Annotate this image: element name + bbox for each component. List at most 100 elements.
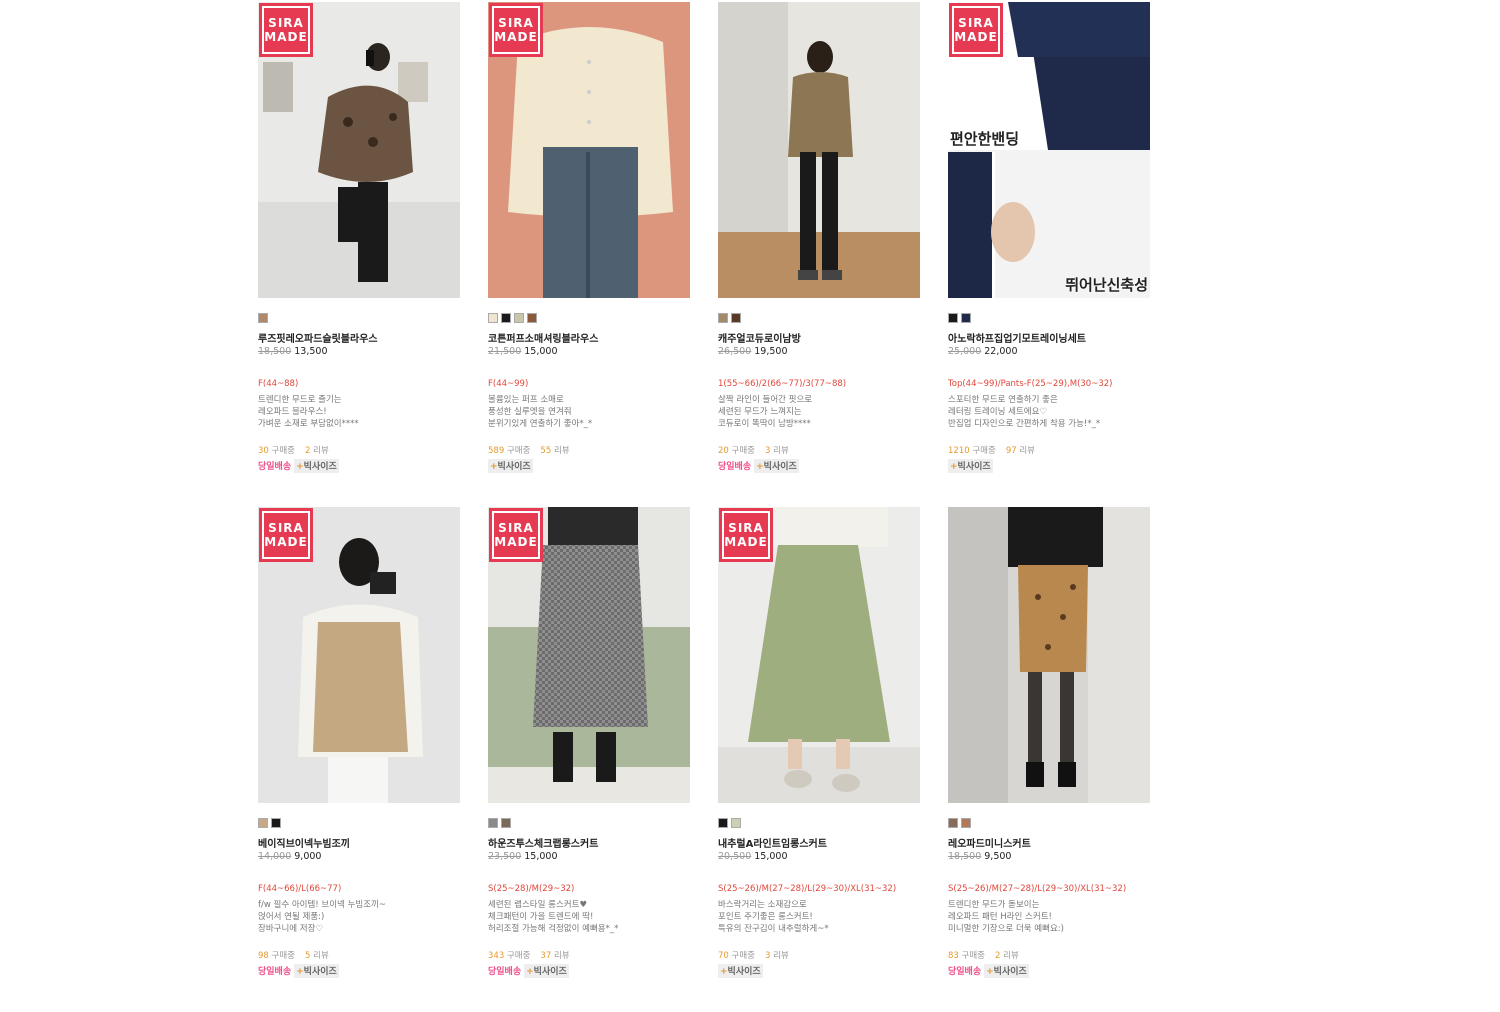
color-swatch[interactable]: [501, 313, 511, 323]
purchase-count: 30: [258, 446, 269, 456]
color-swatch[interactable]: [488, 818, 498, 828]
plus-icon: +: [490, 462, 498, 472]
color-swatch[interactable]: [731, 818, 741, 828]
color-swatch[interactable]: [271, 818, 281, 828]
color-swatch[interactable]: [948, 313, 958, 323]
product-image[interactable]: [718, 2, 920, 298]
same-day-delivery-tag: 당일배송: [258, 967, 292, 977]
description-line: 볼륨있는 퍼프 소매로: [488, 395, 564, 405]
big-size-tag: +빅사이즈: [294, 459, 339, 473]
plus-icon: +: [296, 967, 304, 977]
color-swatch[interactable]: [488, 313, 498, 323]
product-image[interactable]: SIRA MADE: [258, 507, 460, 803]
photo-caption: 편안한밴딩: [950, 130, 1020, 148]
product-card[interactable]: SIRA MADE 편안한밴딩 뛰어난신축성 아노락하프집업기모트레이닝세트 25,0…: [948, 2, 1150, 507]
product-card[interactable]: SIRA MADE 내추럴A라인트임롱스커트 20,500 15,000 S(25~…: [718, 507, 920, 1012]
description-line: 스포티한 무드로 연출하기 좋은: [948, 395, 1058, 405]
color-swatch[interactable]: [718, 313, 728, 323]
purchase-count: 343: [488, 951, 505, 961]
product-tags: 당일배송 +빅사이즈: [488, 964, 690, 978]
color-swatch[interactable]: [731, 313, 741, 323]
product-card[interactable]: SIRA MADE 코튼퍼프소매셔링블라우스 21,500 15,000 F(44~…: [488, 2, 690, 507]
product-card[interactable]: 캐주얼코듀로이남방 26,500 19,500 1(55~66)/2(66~77)…: [718, 2, 920, 507]
product-image[interactable]: SIRA MADE 편안한밴딩 뛰어난신축성: [948, 2, 1150, 298]
product-card[interactable]: 레오파드미니스커트 18,500 9,500 S(25~26)/M(27~28)/…: [948, 507, 1150, 1012]
product-name[interactable]: 코튼퍼프소매셔링블라우스: [488, 330, 690, 345]
purchase-label: 구매중: [271, 446, 295, 456]
same-day-delivery-tag: 당일배송: [718, 462, 752, 472]
review-count: 37: [540, 951, 552, 961]
original-price: 21,500: [488, 346, 522, 357]
same-day-delivery-tag: 당일배송: [488, 967, 522, 977]
purchase-label: 구매중: [731, 446, 755, 456]
review-label: 리뷰: [553, 446, 570, 456]
description-line: 분위기있게 연출하기 좋아*_*: [488, 419, 593, 429]
product-name[interactable]: 캐주얼코듀로이남방: [718, 330, 920, 345]
original-price: 18,500: [258, 346, 292, 357]
brand-badge: SIRA MADE: [719, 508, 773, 562]
color-swatch[interactable]: [258, 818, 268, 828]
product-image[interactable]: SIRA MADE: [258, 2, 460, 298]
description-line: 허리조절 가능해 걱정없이 예뻐용*_*: [488, 924, 619, 934]
brand-badge: SIRA MADE: [259, 3, 313, 57]
color-swatch[interactable]: [527, 313, 537, 323]
review-label: 리뷰: [313, 951, 329, 961]
brand-badge: SIRA MADE: [489, 3, 543, 57]
purchase-count: 83: [948, 951, 959, 961]
product-card[interactable]: SIRA MADE 베이직브이넥누빔조끼 14,000 9,000 F(44~66)…: [258, 507, 460, 1012]
description-line: 레오파드 패턴 H라인 스커트!: [948, 912, 1052, 922]
description-line: 풍성한 실루엣을 연겨줘: [488, 407, 572, 417]
sale-price: 9,000: [294, 851, 322, 862]
color-swatch[interactable]: [501, 818, 511, 828]
color-swatch[interactable]: [718, 818, 728, 828]
product-name[interactable]: 레오파드미니스커트: [948, 835, 1150, 850]
description-line: 미니멀한 기장으로 더욱 예뻐요:): [948, 924, 1064, 934]
review-count: 2: [305, 446, 311, 456]
color-swatch[interactable]: [961, 818, 971, 828]
product-stats: 83 구매중 2 리뷰: [948, 949, 1150, 961]
sale-price: 15,000: [524, 346, 558, 357]
purchase-label: 구매중: [731, 951, 755, 961]
color-swatch[interactable]: [961, 313, 971, 323]
color-options: [258, 818, 460, 828]
product-description: 볼륨있는 퍼프 소매로풍성한 실루엣을 연겨줘분위기있게 연출하기 좋아*_*: [488, 394, 690, 432]
size-range: 1(55~66)/2(66~77)/3(77~88): [718, 379, 847, 389]
review-label: 리뷰: [773, 446, 789, 456]
product-name[interactable]: 루즈핏레오파드슬릿블라우스: [258, 330, 460, 345]
product-stats: 30 구매중 2 리뷰: [258, 444, 460, 456]
plus-icon: +: [720, 967, 728, 977]
review-label: 리뷰: [1019, 446, 1035, 456]
color-swatch[interactable]: [514, 313, 524, 323]
review-label: 리뷰: [1003, 951, 1019, 961]
product-description: 바스락거리는 소재감으로포인트 주기좋은 롱스커트! 특유의 잔구김이 내추럴하게…: [718, 899, 920, 937]
color-options: [718, 313, 920, 323]
sale-price: 22,000: [984, 346, 1018, 357]
product-image[interactable]: [948, 507, 1150, 803]
color-swatch[interactable]: [258, 313, 268, 323]
review-label: 리뷰: [773, 951, 789, 961]
product-image[interactable]: SIRA MADE: [488, 2, 690, 298]
description-line: 코듀로이 똑딱이 남방****: [718, 419, 811, 429]
product-image[interactable]: SIRA MADE: [718, 507, 920, 803]
description-line: 특유의 잔구김이 내추럴하게~*: [718, 924, 829, 934]
product-name[interactable]: 베이직브이넥누빔조끼: [258, 835, 460, 850]
purchase-label: 구매중: [972, 446, 996, 456]
review-label: 리뷰: [553, 951, 570, 961]
product-name[interactable]: 아노락하프집업기모트레이닝세트: [948, 330, 1150, 345]
product-description: 살짝 라인이 들어간 핏으로 세련된 무드가 느껴지는 코듀로이 똑딱이 남방***…: [718, 394, 920, 432]
review-label: 리뷰: [313, 446, 329, 456]
product-name[interactable]: 내추럴A라인트임롱스커트: [718, 835, 920, 850]
product-name[interactable]: 하운즈투스체크랩롱스커트: [488, 835, 690, 850]
description-line: 바스락거리는 소재감으로: [718, 900, 807, 910]
description-line: 포인트 주기좋은 롱스커트!: [718, 912, 813, 922]
purchase-label: 구매중: [961, 951, 985, 961]
description-line: 살짝 라인이 들어간 핏으로: [718, 395, 813, 405]
color-options: [258, 313, 460, 323]
product-image[interactable]: SIRA MADE: [488, 507, 690, 803]
big-size-tag: +빅사이즈: [524, 964, 569, 978]
color-swatch[interactable]: [948, 818, 958, 828]
product-card[interactable]: SIRA MADE 루즈핏레오파드슬릿블라우스 18,500 13,500 F(44…: [258, 2, 460, 507]
product-card[interactable]: SIRA MADE 하운즈투스체크랩롱스커트 23,500 15,000 S(25~…: [488, 507, 690, 1012]
sale-price: 9,500: [984, 851, 1012, 862]
product-tags: 당일배송 +빅사이즈: [948, 964, 1150, 978]
